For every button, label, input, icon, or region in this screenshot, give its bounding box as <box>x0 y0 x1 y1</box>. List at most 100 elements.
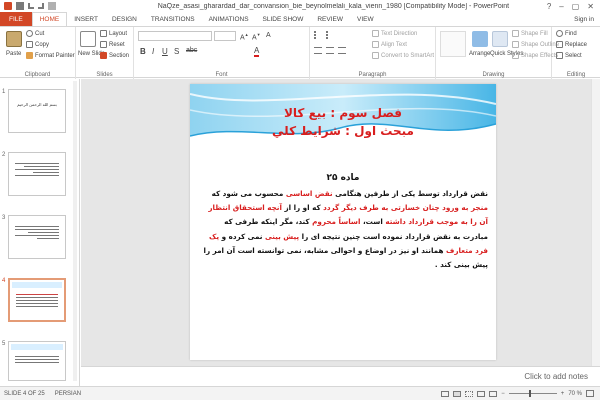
replace-button[interactable]: Replace <box>556 41 587 48</box>
layout-button[interactable]: Layout <box>100 30 127 37</box>
notes-icon[interactable] <box>441 390 450 397</box>
zoom-in-icon[interactable]: + <box>561 391 565 397</box>
body-span: نمی كرده و <box>219 231 265 241</box>
slide-thumbnail-1[interactable]: بسم الله الرحمن الرحيم <box>8 89 66 133</box>
notes-pane[interactable]: Click to add notes <box>81 366 600 386</box>
thumbnail-number: 4 <box>2 278 6 284</box>
body-span: كه او را از <box>281 203 324 213</box>
align-text-button[interactable]: Align Text <box>372 41 407 48</box>
shape-fill-button[interactable]: Shape Fill <box>512 30 548 37</box>
normal-view-icon[interactable] <box>453 390 462 397</box>
new-slide-icon <box>80 31 96 47</box>
smartart-icon <box>372 52 379 59</box>
align-right-icon[interactable] <box>338 47 346 54</box>
body-span: محسوب می شود كه <box>211 189 286 198</box>
font-color-icon[interactable]: A <box>254 46 260 57</box>
slide-sorter-icon[interactable] <box>465 390 474 397</box>
slide-thumbnail-2[interactable] <box>8 152 66 196</box>
zoom-slider[interactable] <box>508 390 557 397</box>
select-icon <box>556 52 563 59</box>
slide-thumbnail-4[interactable] <box>8 278 66 322</box>
shadow-icon[interactable]: S <box>174 47 179 56</box>
italic-icon[interactable]: I <box>152 47 154 56</box>
start-from-beginning-icon[interactable] <box>48 2 56 10</box>
sign-in-link[interactable]: Sign in <box>574 12 600 26</box>
shape-effects-icon <box>512 52 519 59</box>
strikethrough-icon[interactable]: abc <box>186 47 197 54</box>
section-button[interactable]: Section <box>100 52 129 59</box>
tab-insert[interactable]: INSERT <box>67 12 105 26</box>
body-span-highlight: منجر به ورود چنان خسارتی به طرف ديگر گرد… <box>323 203 488 213</box>
slide-heading-1: فصل سوم : بيع كالا <box>283 106 403 120</box>
tab-animations[interactable]: ANIMATIONS <box>202 12 256 26</box>
bullets-icon[interactable] <box>314 31 322 39</box>
paste-icon <box>6 31 22 47</box>
tab-transitions[interactable]: TRANSITIONS <box>144 12 202 26</box>
tab-file[interactable]: FILE <box>0 12 32 26</box>
tab-view[interactable]: VIEW <box>350 12 381 26</box>
zoom-level[interactable]: 70 % <box>568 391 582 397</box>
text-direction-icon <box>372 30 379 37</box>
slides-group: New Slide Layout Reset Section Slides <box>76 27 134 79</box>
language-indicator[interactable]: PERSIAN <box>55 391 81 397</box>
redo-icon[interactable] <box>38 3 44 9</box>
underline-icon[interactable]: U <box>162 47 168 56</box>
font-name-box[interactable] <box>138 31 212 41</box>
reading-view-icon[interactable] <box>477 390 486 397</box>
thumbnails-scrollbar[interactable] <box>73 81 77 381</box>
tab-slide-show[interactable]: SLIDE SHOW <box>256 12 311 26</box>
save-icon[interactable] <box>16 2 24 10</box>
ribbon: Paste Cut Copy Format Painter Clipboard … <box>0 26 600 79</box>
thumbnail-text-lines <box>15 356 59 365</box>
minimize-button[interactable]: – <box>559 2 563 11</box>
close-button[interactable]: ✕ <box>587 2 594 11</box>
font-group-label: Font <box>215 72 228 78</box>
pen-icon <box>512 41 519 48</box>
current-slide[interactable]: فصل سوم : بيع كالا مبحث اول : شرايط كلي … <box>190 84 496 360</box>
text-direction-button[interactable]: Text Direction <box>372 30 417 37</box>
numbering-icon[interactable] <box>326 31 334 39</box>
format-painter-button[interactable]: Format Painter <box>26 52 75 59</box>
slideshow-icon[interactable] <box>489 390 498 397</box>
help-button[interactable]: ? <box>547 2 551 11</box>
reset-button[interactable]: Reset <box>100 41 125 48</box>
copy-button[interactable]: Copy <box>26 41 49 48</box>
slides-group-label: Slides <box>96 72 113 78</box>
shapes-gallery[interactable] <box>440 31 466 57</box>
tab-design[interactable]: DESIGN <box>105 12 144 26</box>
convert-smartart-button[interactable]: Convert to SmartArt <box>372 52 434 59</box>
tab-review[interactable]: REVIEW <box>310 12 350 26</box>
align-left-icon[interactable] <box>314 47 322 54</box>
decrease-font-icon[interactable]: A▼ <box>252 32 261 41</box>
slide-thumbnail-3[interactable] <box>8 215 66 259</box>
body-span: است، <box>360 217 386 227</box>
thumbnail-text-lines <box>15 226 59 241</box>
body-span: نقض قرارداد توسط يكی از طرفين هنگامی <box>332 189 488 198</box>
slide-thumbnails-pane: 1 بسم الله الرحمن الرحيم 2 3 4 5 <box>0 79 80 386</box>
layout-icon <box>100 30 107 37</box>
arrange-button[interactable]: Arrange <box>469 51 490 57</box>
find-button[interactable]: Find <box>556 30 577 37</box>
zoom-out-icon[interactable]: − <box>501 391 505 397</box>
increase-font-icon[interactable]: A▲ <box>240 32 249 41</box>
align-text-icon <box>372 41 379 48</box>
undo-icon[interactable] <box>28 3 34 9</box>
powerpoint-logo-icon <box>4 2 12 10</box>
slide-thumbnail-5[interactable] <box>8 341 66 381</box>
clear-formatting-icon[interactable]: A <box>266 32 271 39</box>
select-button[interactable]: Select <box>556 52 582 59</box>
scissors-icon <box>26 30 33 37</box>
vertical-scrollbar[interactable] <box>591 79 600 366</box>
fit-slide-icon[interactable] <box>586 390 594 397</box>
restore-button[interactable]: ▢ <box>572 2 580 11</box>
font-size-box[interactable] <box>214 31 236 41</box>
body-span-highlight: نقض اساسی <box>285 189 333 198</box>
tab-home[interactable]: HOME <box>31 12 68 26</box>
body-span-highlight: پيش بينی <box>264 231 300 241</box>
slide-counter[interactable]: SLIDE 4 OF 25 <box>4 391 45 397</box>
bold-icon[interactable]: B <box>140 47 146 56</box>
cut-button[interactable]: Cut <box>26 30 44 37</box>
center-icon[interactable] <box>326 47 334 54</box>
paste-button[interactable]: Paste <box>6 51 21 57</box>
thumbnail-number: 5 <box>2 341 6 347</box>
